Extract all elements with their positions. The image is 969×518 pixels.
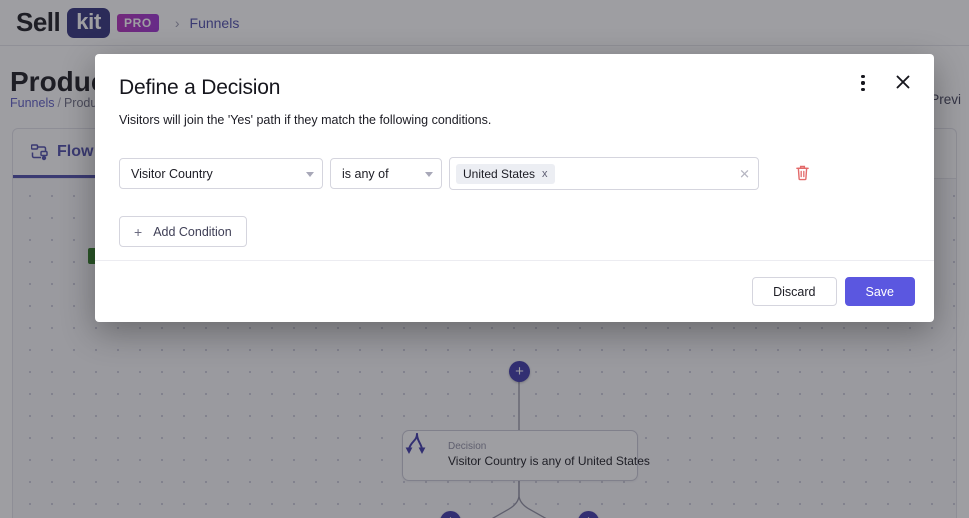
condition-operator-value: is any of <box>342 167 389 181</box>
condition-value-input[interactable]: United States x ✕ <box>449 157 759 190</box>
add-condition-label: Add Condition <box>153 225 232 239</box>
modal-subtitle: Visitors will join the 'Yes' path if the… <box>119 113 910 127</box>
value-chip-remove-icon[interactable]: x <box>542 168 548 180</box>
clear-values-icon[interactable]: ✕ <box>739 167 750 180</box>
condition-field-select[interactable]: Visitor Country <box>119 158 323 189</box>
modal-header: Define a Decision Visitors will join the… <box>95 54 934 127</box>
modal-title: Define a Decision <box>119 76 910 100</box>
chevron-down-icon <box>425 172 433 177</box>
kebab-menu-button[interactable] <box>850 70 876 96</box>
define-decision-modal: Define a Decision Visitors will join the… <box>95 54 934 322</box>
condition-row: Visitor Country is any of United States … <box>119 157 910 190</box>
close-button[interactable] <box>890 70 916 96</box>
value-chip[interactable]: United States x <box>456 164 555 184</box>
screen: Sell kit PRO › Funnels Product i Funnels… <box>0 0 969 518</box>
trash-icon <box>795 164 810 184</box>
kebab-menu-icon <box>861 75 864 91</box>
modal-footer: Discard Save <box>95 260 934 322</box>
discard-button[interactable]: Discard <box>752 277 836 306</box>
close-icon <box>896 75 910 92</box>
delete-condition-button[interactable] <box>792 163 812 185</box>
save-button[interactable]: Save <box>845 277 916 306</box>
modal-header-actions <box>850 70 916 96</box>
chevron-down-icon <box>306 172 314 177</box>
add-condition-button[interactable]: + Add Condition <box>119 216 247 247</box>
condition-field-value: Visitor Country <box>131 167 213 181</box>
modal-body: Visitor Country is any of United States … <box>95 127 934 260</box>
value-chip-label: United States <box>463 167 535 181</box>
plus-icon: + <box>134 225 142 239</box>
condition-operator-select[interactable]: is any of <box>330 158 442 189</box>
